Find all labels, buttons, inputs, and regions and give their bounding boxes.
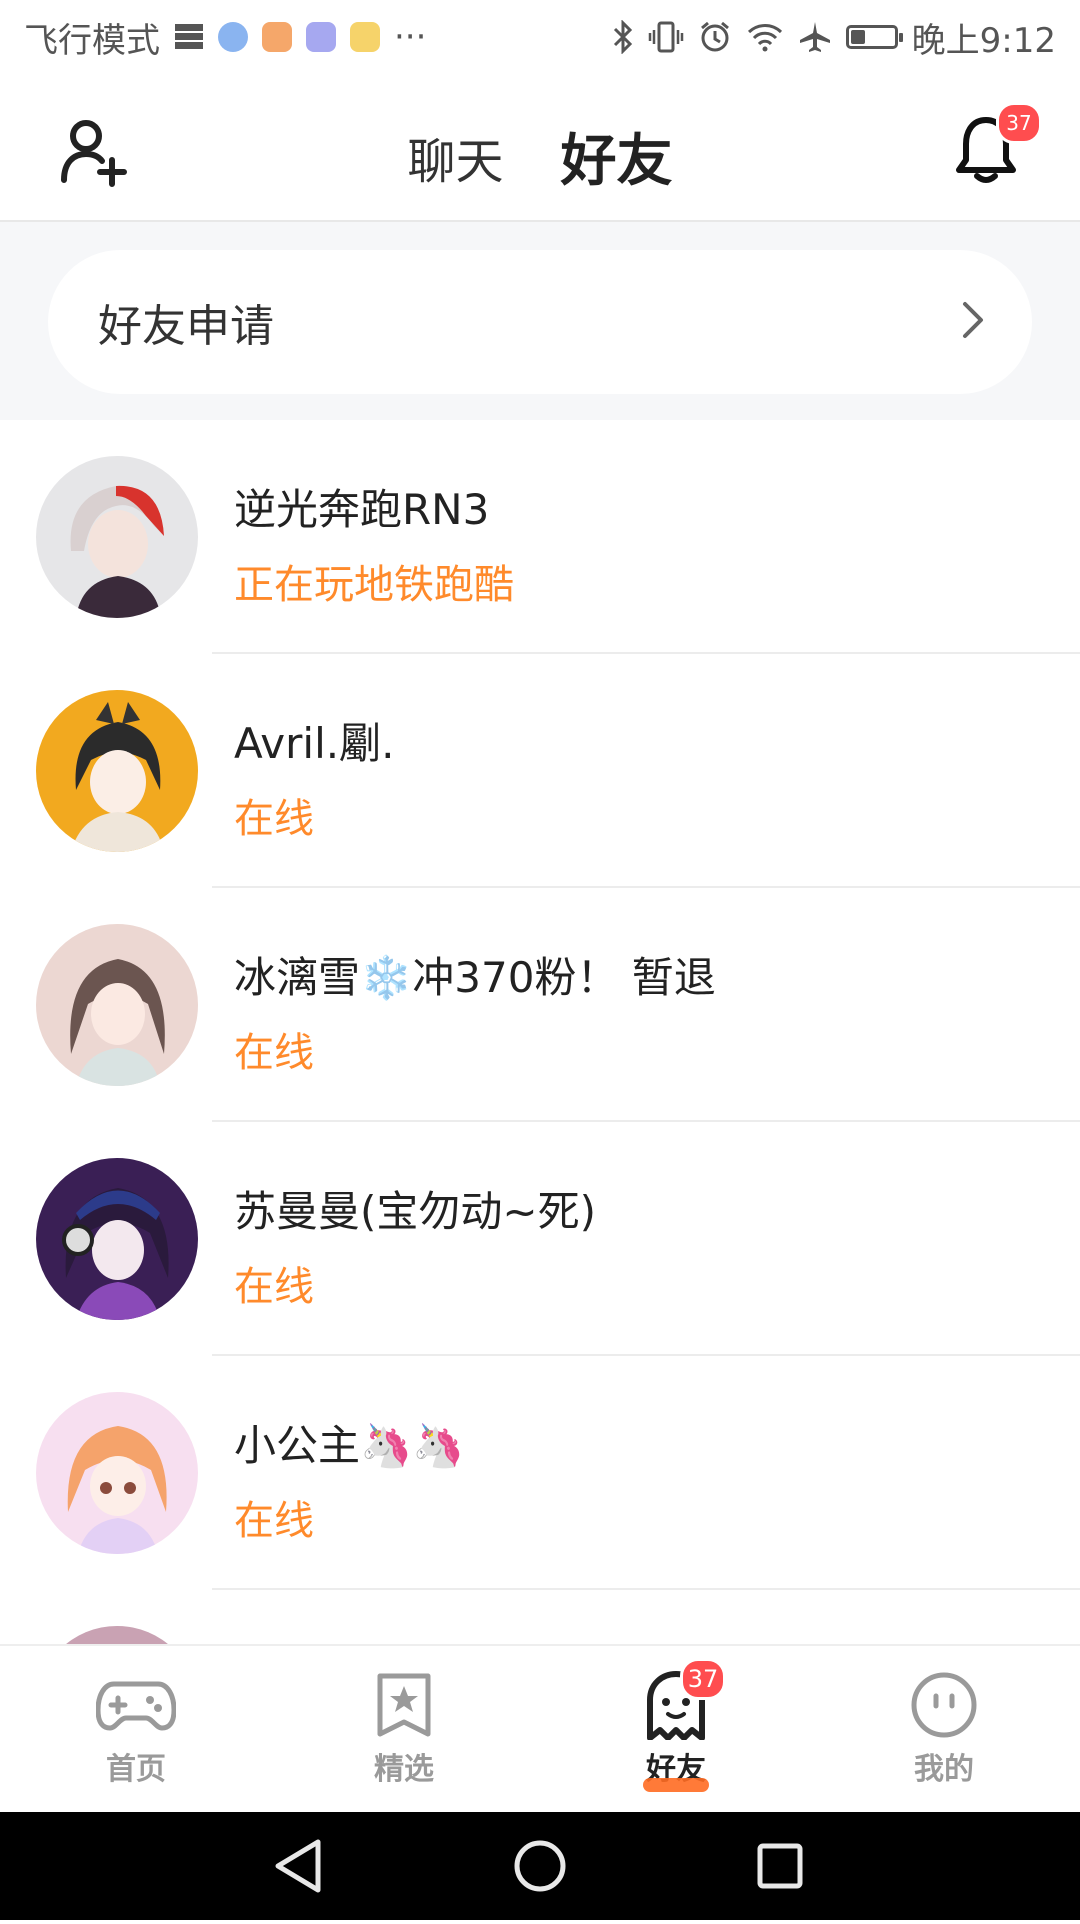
friend-list-item[interactable]: 苏曼曼(宝勿动~死) 在线 — [0, 1122, 1080, 1356]
tab-friends[interactable]: 好友 — [560, 116, 673, 265]
gallery-app-icon — [350, 22, 380, 52]
nav-featured[interactable]: 精选 — [324, 1670, 484, 1788]
video-app-icon — [262, 22, 292, 52]
nav-mine-label: 我的 — [914, 1752, 974, 1787]
status-bar: 飞行模式 ··· 晚上9:12 — [0, 0, 1080, 74]
avatar[interactable] — [36, 924, 198, 1086]
friend-list-item-partial[interactable] — [0, 1590, 1080, 1644]
status-time: 晚上9:12 — [911, 20, 1056, 61]
friend-status: 在线 — [234, 1498, 314, 1544]
friend-request-label: 好友申请 — [98, 301, 274, 352]
wifi-icon — [746, 22, 784, 52]
friend-list-item[interactable]: 冰漓雪❄️冲370粉！ 暂退 在线 — [0, 888, 1080, 1122]
nav-friends[interactable]: 37 好友 — [596, 1658, 756, 1792]
friend-request-section: 好友申请 — [0, 222, 1080, 420]
friends-badge: 37 — [680, 1658, 726, 1700]
tab-chat[interactable]: 聊天 — [407, 122, 503, 192]
avatar[interactable] — [36, 690, 198, 852]
notification-bell-icon[interactable]: 37 — [950, 102, 1042, 186]
more-notifications: ··· — [394, 17, 427, 57]
chevron-right-icon — [960, 300, 986, 344]
avatar[interactable] — [36, 1392, 198, 1554]
friend-name: Avril.劚. — [234, 719, 395, 768]
status-bar-left: 飞行模式 ··· — [24, 13, 426, 62]
airplane-icon — [798, 20, 832, 54]
vibrate-icon — [648, 21, 684, 53]
nav-home[interactable]: 首页 — [56, 1670, 216, 1788]
bottom-navigation: 首页 精选 37 好友 我的 — [0, 1644, 1080, 1812]
avatar[interactable] — [36, 456, 198, 618]
active-nav-indicator — [643, 1778, 709, 1792]
nav-featured-label: 精选 — [374, 1752, 434, 1787]
back-icon[interactable] — [275, 1839, 321, 1893]
battery-icon — [845, 25, 903, 49]
friend-status: 在线 — [234, 796, 314, 842]
friend-list-item[interactable]: Avril.劚. 在线 — [0, 654, 1080, 888]
friend-name: 苏曼曼(宝勿动~死) — [234, 1187, 596, 1236]
recents-icon[interactable] — [757, 1843, 803, 1889]
friend-name: 逆光奔跑RN3 — [234, 485, 490, 534]
friend-name: 小公主🦄🦄 — [234, 1421, 465, 1470]
nav-mine[interactable]: 我的 — [864, 1670, 1024, 1788]
chat-friends-tabs: 聊天 好友 — [0, 116, 1080, 265]
browser-app-icon — [218, 22, 248, 52]
friend-list: 逆光奔跑RN3 正在玩地铁跑酷 Avril.劚. 在线 冰漓雪❄️冲370粉！ … — [0, 420, 1080, 1644]
nav-home-label: 首页 — [106, 1752, 166, 1787]
avatar[interactable] — [36, 1626, 198, 1644]
music-app-icon — [306, 22, 336, 52]
home-icon[interactable] — [514, 1840, 566, 1892]
gamepad-icon — [95, 1670, 177, 1740]
friend-name: 冰漓雪❄️冲370粉！ 暂退 — [234, 953, 716, 1002]
friend-status: 在线 — [234, 1264, 314, 1310]
face-icon — [904, 1670, 984, 1740]
storage-icon — [174, 23, 204, 51]
friend-request-button[interactable]: 好友申请 — [48, 250, 1032, 394]
alarm-icon — [698, 20, 732, 54]
airplane-mode-text: 飞行模式 — [24, 20, 160, 61]
bluetooth-icon — [612, 20, 634, 54]
tab-friends-label: 好友 — [560, 129, 673, 194]
friend-status: 正在玩地铁跑酷 — [234, 562, 514, 608]
friend-list-item[interactable]: 逆光奔跑RN3 正在玩地铁跑酷 — [0, 420, 1080, 654]
notification-badge: 37 — [996, 102, 1042, 144]
system-nav-bar — [0, 1812, 1080, 1920]
status-bar-right: 晚上9:12 — [612, 13, 1056, 62]
avatar[interactable] — [36, 1158, 198, 1320]
star-bookmark-icon — [364, 1670, 444, 1740]
ghost-icon: 37 — [636, 1658, 726, 1741]
top-header: 聊天 好友 37 — [0, 74, 1080, 265]
friend-status: 在线 — [234, 1030, 314, 1076]
friend-list-item[interactable]: 小公主🦄🦄 在线 — [0, 1356, 1080, 1590]
